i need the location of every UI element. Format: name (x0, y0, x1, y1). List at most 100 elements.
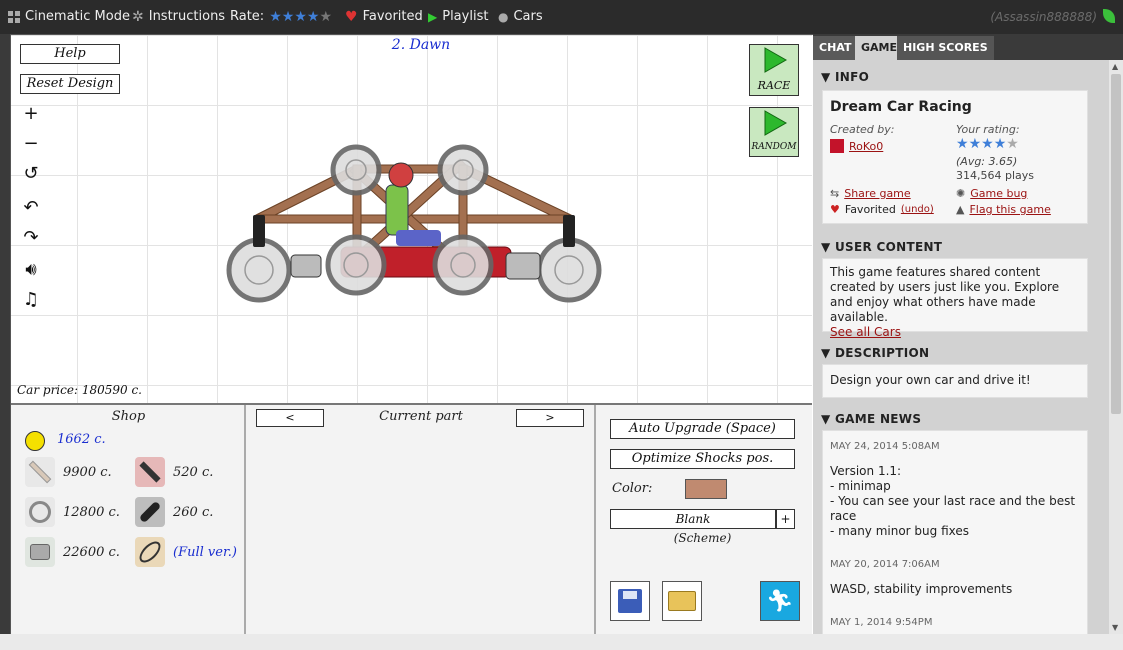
random-button[interactable]: RANDOM (749, 107, 799, 157)
bug-link[interactable]: Game bug (970, 187, 1027, 200)
open-button[interactable] (662, 581, 702, 621)
rating-stars[interactable]: ★ ★ ★ ★ ★ (269, 10, 332, 24)
redo-icon[interactable]: ↷ (19, 227, 43, 248)
add-scheme-button[interactable]: + (776, 509, 795, 529)
design-canvas[interactable]: Help Reset Design + − ↺ ↶ ↷ 🔊︎ ♫ 2. Dawn… (11, 35, 812, 403)
heart-icon: ♥ (830, 203, 840, 216)
save-button[interactable] (610, 581, 650, 621)
star-icon[interactable]: ★ (307, 10, 320, 24)
your-rating-label: Your rating: (956, 123, 1020, 136)
play-icon (764, 47, 788, 73)
next-part-button[interactable]: > (516, 409, 584, 427)
game-news-header[interactable]: ▼ GAME NEWS (821, 412, 921, 426)
random-label: RANDOM (751, 142, 797, 152)
favorited-label: Favorited (362, 9, 423, 24)
coin-icon (25, 431, 45, 451)
sound-icon[interactable]: 🔊︎ (19, 259, 43, 280)
wing-icon (135, 537, 165, 567)
leaf-icon (1103, 9, 1115, 23)
star-icon[interactable]: ★ (969, 137, 982, 151)
scroll-down-icon[interactable]: ▼ (1112, 623, 1118, 632)
news-date: MAY 1, 2014 9:54PM (830, 617, 933, 628)
shop-item-chain[interactable]: 260 c. (135, 497, 213, 527)
color-swatch[interactable] (685, 479, 727, 499)
flag-link[interactable]: Flag this game (969, 203, 1050, 216)
undo-favorite-link[interactable]: (undo) (901, 204, 934, 215)
author-link[interactable]: RoKo0 (849, 140, 883, 153)
zoom-in-icon[interactable]: + (19, 103, 43, 124)
wheel-icon (25, 497, 55, 527)
bug-icon: ✺ (956, 187, 966, 200)
star-icon[interactable]: ★ (994, 137, 1007, 151)
average-rating: (Avg: 3.65) (956, 155, 1018, 168)
color-label: Color: (612, 481, 653, 496)
scrollbar-thumb[interactable] (1111, 74, 1121, 414)
share-link[interactable]: Share game (844, 187, 910, 200)
play-icon (764, 110, 788, 136)
rate-widget[interactable]: Rate: ★ ★ ★ ★ ★ (230, 0, 332, 34)
game-bug[interactable]: ✺ Game bug (956, 187, 1027, 200)
star-icon[interactable]: ★ (282, 10, 295, 24)
star-icon[interactable]: ★ (956, 137, 969, 151)
scheme-select[interactable]: Blank (610, 509, 776, 529)
shop-item-shock[interactable]: 520 c. (135, 457, 213, 487)
zoom-out-icon[interactable]: − (19, 133, 43, 154)
see-all-cars-link[interactable]: See all Cars (830, 325, 1080, 340)
star-icon[interactable]: ★ (319, 10, 332, 24)
user-content-text: This game features shared content create… (830, 265, 1060, 324)
tab-game[interactable]: GAME (855, 36, 904, 60)
news-line: - You can see your last race and the bes… (830, 494, 1076, 523)
sidebar: CHAT GAME HIGH SCORES ▼ INFO Dream Car R… (813, 34, 1123, 634)
description-header[interactable]: ▼ DESCRIPTION (821, 346, 929, 360)
author[interactable]: RoKo0 (830, 139, 883, 153)
favorited-button[interactable]: ♥ Favorited (345, 0, 423, 34)
cinematic-mode-button[interactable]: Cinematic Mode (8, 0, 130, 34)
shop-item-engine[interactable]: 22600 c. (25, 537, 120, 567)
tab-high-scores[interactable]: HIGH SCORES (897, 36, 994, 60)
star-icon[interactable]: ★ (981, 137, 994, 151)
reset-design-button[interactable]: Reset Design (20, 74, 120, 94)
cars-button[interactable]: ● Cars (498, 0, 543, 34)
instructions-button[interactable]: ✲ Instructions (132, 0, 225, 34)
controls-panel: Auto Upgrade (Space) Optimize Shocks pos… (596, 405, 812, 635)
shop-item-wheel[interactable]: 12800 c. (25, 497, 120, 527)
rotate-small-icon[interactable]: ↺ (19, 163, 43, 184)
race-button[interactable]: RACE (749, 44, 799, 96)
optimize-shocks-button[interactable]: Optimize Shocks pos. (610, 449, 795, 469)
previous-part-button[interactable]: < (256, 409, 324, 427)
playlist-button[interactable]: ▶ Playlist (428, 0, 488, 34)
car-design[interactable] (201, 135, 621, 315)
share-game[interactable]: ⇆ Share game (830, 187, 911, 200)
description-header-label: DESCRIPTION (835, 346, 930, 360)
star-icon[interactable]: ★ (294, 10, 307, 24)
folder-icon (668, 591, 696, 611)
playlist-label: Playlist (442, 9, 489, 24)
star-icon[interactable]: ★ (269, 10, 282, 24)
username[interactable]: (Assassin888888) (990, 0, 1097, 34)
price-label: 12800 c. (63, 504, 120, 520)
shop-item-wing[interactable]: (Full ver.) (135, 537, 237, 567)
sidebar-scrollbar[interactable]: ▲ ▼ (1109, 60, 1123, 634)
auto-upgrade-button[interactable]: Auto Upgrade (Space) (610, 419, 795, 439)
game-frame[interactable]: Help Reset Design + − ↺ ↶ ↷ 🔊︎ ♫ 2. Dawn… (10, 34, 815, 636)
info-box: Dream Car Racing Created by: Your rating… (822, 90, 1088, 224)
warning-icon: ▲ (956, 203, 965, 216)
exit-button[interactable]: 🏃︎ (760, 581, 800, 621)
tab-chat[interactable]: CHAT (813, 36, 858, 60)
heart-icon: ♥ (345, 9, 358, 25)
help-button[interactable]: Help (20, 44, 120, 64)
shop-item-beam[interactable]: 9900 c. (25, 457, 112, 487)
music-icon[interactable]: ♫ (19, 289, 43, 310)
shop-title: Shop (111, 409, 146, 424)
star-icon[interactable]: ★ (1006, 137, 1019, 151)
flag-game[interactable]: ▲ Flag this game (956, 203, 1051, 216)
person-icon: ● (498, 10, 509, 24)
undo-icon[interactable]: ↶ (19, 197, 43, 218)
user-content-header[interactable]: ▼ USER CONTENT (821, 240, 942, 254)
game-title: Dream Car Racing (830, 99, 972, 115)
your-rating-stars[interactable]: ★ ★ ★ ★ ★ (956, 137, 1019, 151)
created-by-label: Created by: (830, 123, 895, 136)
scheme-label: (Scheme) (673, 531, 732, 545)
info-header[interactable]: ▼ INFO (821, 70, 869, 84)
scroll-up-icon[interactable]: ▲ (1112, 62, 1118, 71)
